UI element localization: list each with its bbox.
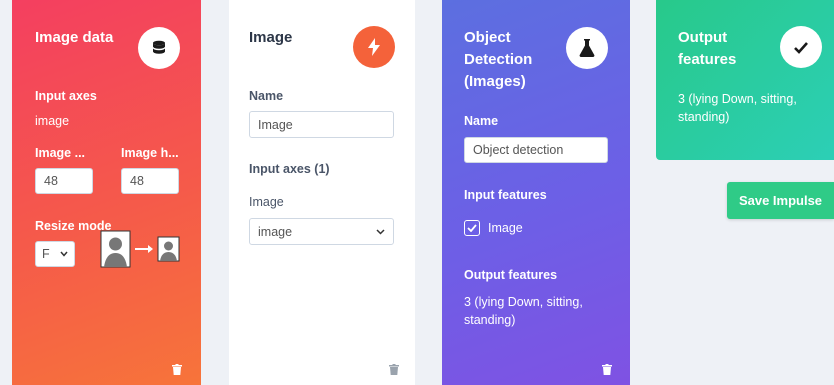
delete-block-icon[interactable] bbox=[602, 364, 612, 375]
output-features-line: standing) bbox=[464, 313, 516, 327]
image-height-input[interactable]: 48 bbox=[121, 168, 179, 194]
card-title: Object Detection (Images) bbox=[464, 27, 532, 93]
resize-mode-value: F bbox=[42, 247, 50, 261]
output-features-label: Output features bbox=[464, 268, 558, 282]
image-width-input[interactable]: 48 bbox=[35, 168, 93, 194]
name-label: Name bbox=[464, 114, 499, 128]
input-axes-label: Input axes (1) bbox=[249, 162, 330, 176]
title-line: features bbox=[678, 51, 737, 68]
output-features-line: 3 (lying Down, sitting, bbox=[678, 92, 797, 106]
title-line: (Images) bbox=[464, 73, 526, 90]
card-title: Output features bbox=[678, 27, 736, 71]
title-line: Object bbox=[464, 29, 511, 46]
input-axes-label: Input axes bbox=[35, 89, 97, 103]
input-axis-value: image bbox=[258, 224, 293, 239]
output-features-line: standing) bbox=[678, 110, 730, 124]
resize-mode-illustration bbox=[100, 230, 180, 268]
check-icon bbox=[780, 26, 822, 68]
delete-block-icon[interactable] bbox=[389, 364, 399, 375]
input-feature-label: Image bbox=[488, 221, 523, 235]
input-axes-value: image bbox=[35, 114, 70, 128]
card-title: Image bbox=[249, 29, 293, 46]
input-features-label: Input features bbox=[464, 188, 547, 202]
input-axis-select[interactable]: image bbox=[249, 218, 394, 245]
output-features-card: Output features 3 (lying Down, sitting, … bbox=[656, 0, 834, 160]
image-processing-card: Image Name Image Input axes (1) Image im… bbox=[229, 0, 415, 385]
save-impulse-button[interactable]: Save Impulse bbox=[727, 182, 834, 219]
output-features-line: 3 (lying Down, sitting, bbox=[464, 295, 583, 309]
name-label: Name bbox=[249, 89, 284, 103]
resize-mode-select[interactable]: F bbox=[35, 241, 75, 267]
chevron-down-icon bbox=[376, 228, 385, 235]
title-line: Detection bbox=[464, 51, 533, 68]
bolt-icon bbox=[353, 26, 395, 68]
chevron-down-icon bbox=[60, 251, 68, 257]
card-title: Image data bbox=[35, 29, 114, 46]
object-detection-card: Object Detection (Images) Name Object de… bbox=[442, 0, 630, 385]
check-icon bbox=[467, 224, 477, 232]
image-height-label: Image h... bbox=[121, 146, 179, 160]
name-input[interactable]: Image bbox=[249, 111, 394, 138]
image-data-card: Image data Input axes image Image ... Im… bbox=[12, 0, 201, 385]
input-feature-checkbox[interactable] bbox=[464, 220, 480, 236]
output-features-value: 3 (lying Down, sitting, standing) bbox=[464, 293, 583, 329]
name-input[interactable]: Object detection bbox=[464, 137, 608, 163]
delete-block-icon[interactable] bbox=[172, 364, 182, 375]
output-features-value: 3 (lying Down, sitting, standing) bbox=[678, 90, 797, 126]
database-icon bbox=[138, 27, 180, 69]
image-width-label: Image ... bbox=[35, 146, 86, 160]
axis-label: Image bbox=[249, 195, 284, 209]
flask-icon bbox=[566, 27, 608, 69]
title-line: Output bbox=[678, 29, 728, 46]
